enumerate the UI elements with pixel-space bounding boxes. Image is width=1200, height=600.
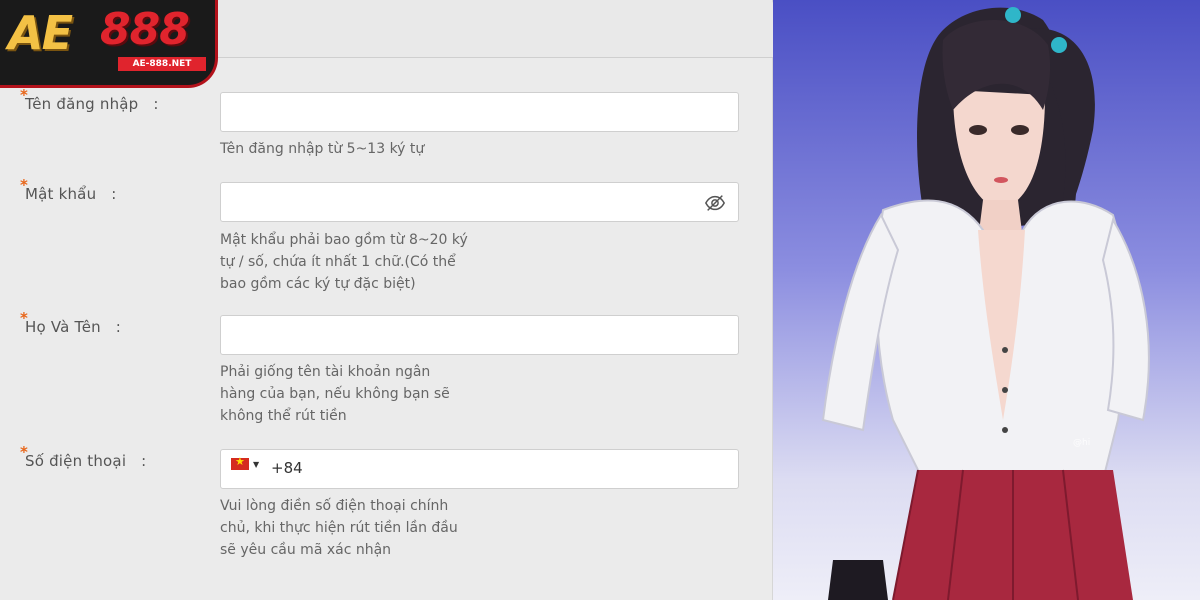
password-label-text: Mật khẩu — [25, 185, 97, 203]
password-label-colon: : — [111, 185, 117, 203]
registration-form-panel: * Tên đăng nhập : Tên đăng nhập từ 5~13 … — [0, 0, 773, 600]
hide-password-icon[interactable] — [704, 192, 726, 214]
country-code: +84 — [271, 459, 303, 477]
phone-field[interactable]: ▼ +84 — [220, 449, 739, 489]
logo-888-text: 888 — [100, 4, 190, 55]
username-label-colon: : — [153, 95, 159, 113]
fullname-label: Họ Và Tên : — [25, 318, 121, 336]
phone-label: Số điện thoại : — [25, 452, 146, 470]
username-hint: Tên đăng nhập từ 5~13 ký tự — [220, 141, 425, 157]
caret-down-icon: ▼ — [253, 459, 260, 469]
fullname-hint: Phải giống tên tài khoản ngân hàng của b… — [220, 364, 450, 424]
girl-illustration: @hi — [821, 7, 1150, 600]
phone-label-text: Số điện thoại — [25, 452, 127, 470]
phone-label-colon: : — [141, 452, 147, 470]
fullname-input[interactable] — [220, 315, 739, 355]
vietnam-flag-icon — [231, 455, 249, 470]
ae888-logo: AE 888 AE-888.NET — [0, 0, 218, 88]
username-input[interactable] — [220, 92, 739, 132]
logo-domain-text: AE-888.NET — [118, 57, 206, 71]
username-label-text: Tên đăng nhập — [25, 95, 139, 113]
password-hint: Mật khẩu phải bao gồm từ 8~20 ký tự / số… — [220, 232, 468, 292]
fullname-label-colon: : — [115, 318, 122, 336]
promo-illustration: @hi — [773, 0, 1200, 600]
password-label: Mật khẩu : — [25, 185, 116, 203]
country-selector[interactable]: ▼ — [231, 455, 260, 470]
username-label: Tên đăng nhập : — [25, 95, 159, 113]
password-field[interactable] — [220, 182, 739, 222]
watermark-text: @hi — [1073, 438, 1090, 448]
logo-ae-text: AE — [8, 6, 73, 60]
fullname-label-text: Họ Và Tên — [25, 318, 101, 336]
phone-hint: Vui lòng điền số điện thoại chính chủ, k… — [220, 498, 458, 558]
